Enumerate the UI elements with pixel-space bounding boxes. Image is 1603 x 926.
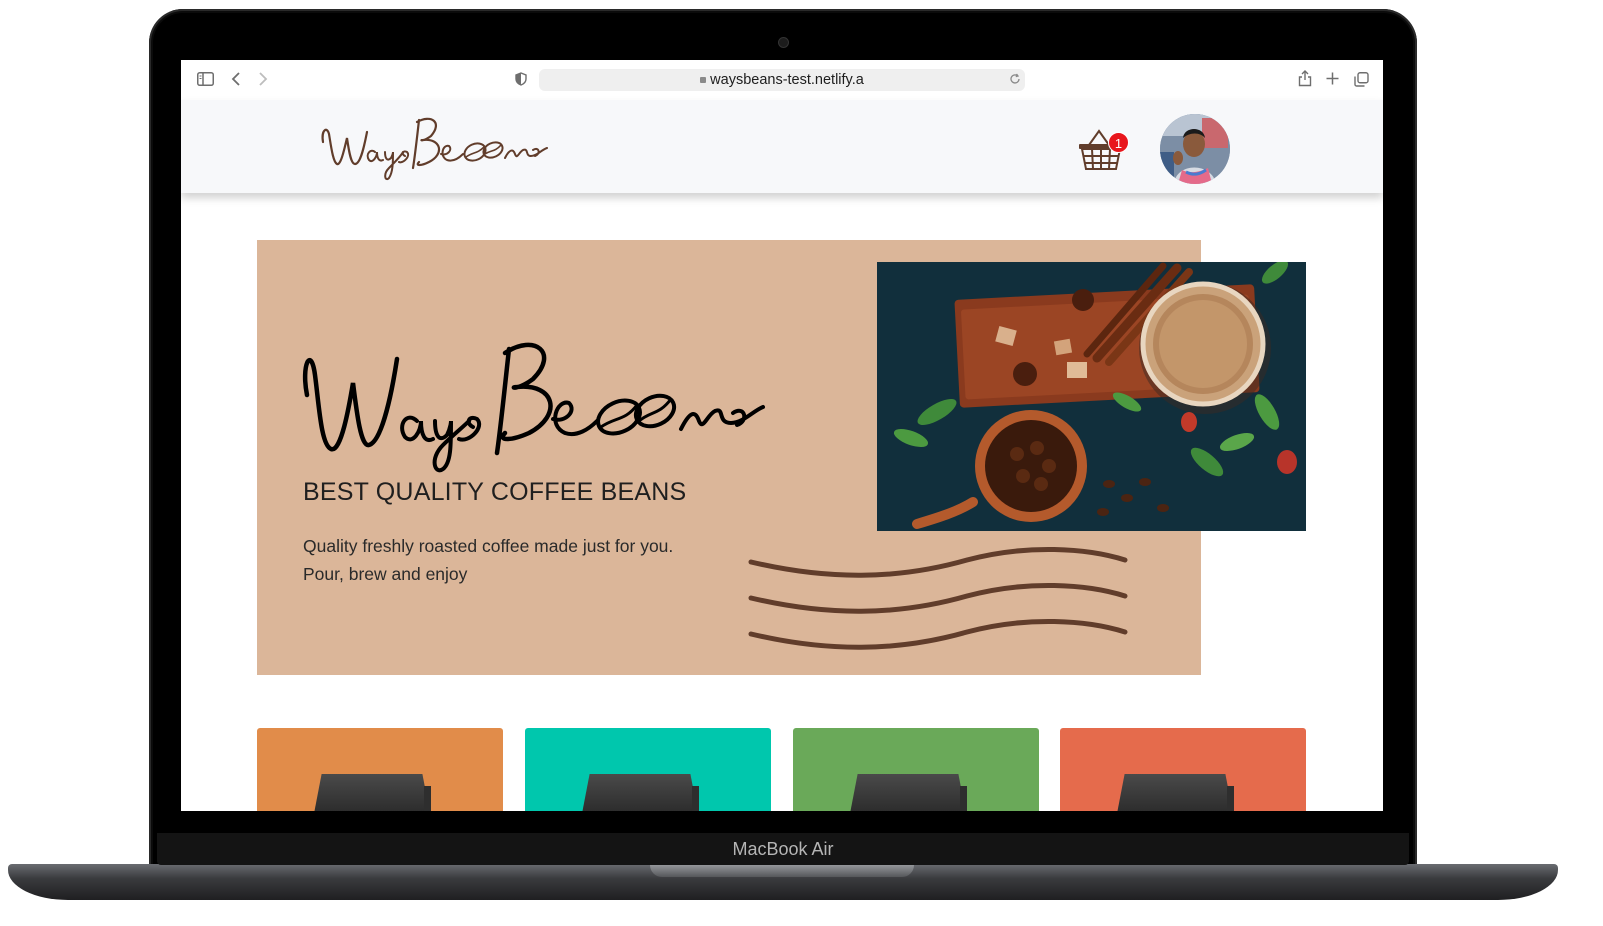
hero-description: Quality freshly roasted coffee made just… bbox=[303, 532, 673, 588]
cart-count-badge: 1 bbox=[1108, 132, 1129, 153]
hero-coffee-image bbox=[877, 262, 1306, 531]
laptop-chin: MacBook Air bbox=[157, 833, 1409, 865]
user-avatar[interactable] bbox=[1160, 114, 1230, 184]
privacy-shield-icon[interactable] bbox=[515, 72, 527, 89]
reload-icon[interactable] bbox=[1009, 73, 1021, 89]
hero-logo bbox=[297, 335, 777, 479]
bag-strip bbox=[1227, 786, 1234, 811]
url-value: waysbeans-test.netlify.a bbox=[710, 72, 864, 88]
decorative-waves-icon bbox=[748, 546, 1128, 650]
waysbeans-logo-large-icon bbox=[302, 342, 765, 473]
coffee-bag-icon bbox=[1115, 774, 1235, 811]
product-card[interactable] bbox=[525, 728, 771, 811]
new-tab-icon[interactable] bbox=[1326, 72, 1339, 88]
hero-description-line1: Quality freshly roasted coffee made just… bbox=[303, 536, 674, 556]
coffee-bag-icon bbox=[580, 774, 700, 811]
laptop-notch bbox=[650, 864, 914, 877]
nav-logo[interactable] bbox=[319, 112, 559, 188]
forward-icon[interactable] bbox=[258, 72, 268, 89]
bag-strip bbox=[692, 786, 699, 811]
url-text: waysbeans-test.netlify.a bbox=[539, 72, 1025, 88]
coffee-bag-icon bbox=[848, 774, 968, 811]
browser-toolbar: waysbeans-test.netlify.a bbox=[181, 60, 1383, 100]
lock-icon bbox=[700, 77, 707, 83]
coffee-bag-icon bbox=[312, 774, 432, 811]
screen: waysbeans-test.netlify.a 1 BEST QUALITY … bbox=[181, 60, 1383, 811]
user-photo-icon bbox=[1160, 114, 1230, 184]
site-navbar: 1 bbox=[181, 100, 1383, 193]
hero-headline: BEST QUALITY COFFEE BEANS bbox=[303, 478, 687, 506]
product-card[interactable] bbox=[793, 728, 1039, 811]
product-card[interactable] bbox=[257, 728, 503, 811]
model-label: MacBook Air bbox=[732, 839, 834, 859]
webcam bbox=[778, 37, 789, 48]
bag-strip bbox=[960, 786, 967, 811]
tabs-overview-icon[interactable] bbox=[1354, 72, 1369, 90]
sidebar-icon[interactable] bbox=[197, 72, 214, 89]
product-card[interactable] bbox=[1060, 728, 1306, 811]
bag-strip bbox=[424, 786, 431, 811]
hero-description-line2: Pour, brew and enjoy bbox=[303, 564, 468, 584]
address-bar[interactable]: waysbeans-test.netlify.a bbox=[539, 69, 1025, 91]
waysbeans-logo-small-icon bbox=[321, 117, 548, 180]
share-icon[interactable] bbox=[1298, 70, 1312, 90]
coffee-photo-icon bbox=[877, 262, 1306, 531]
back-icon[interactable] bbox=[231, 72, 241, 89]
